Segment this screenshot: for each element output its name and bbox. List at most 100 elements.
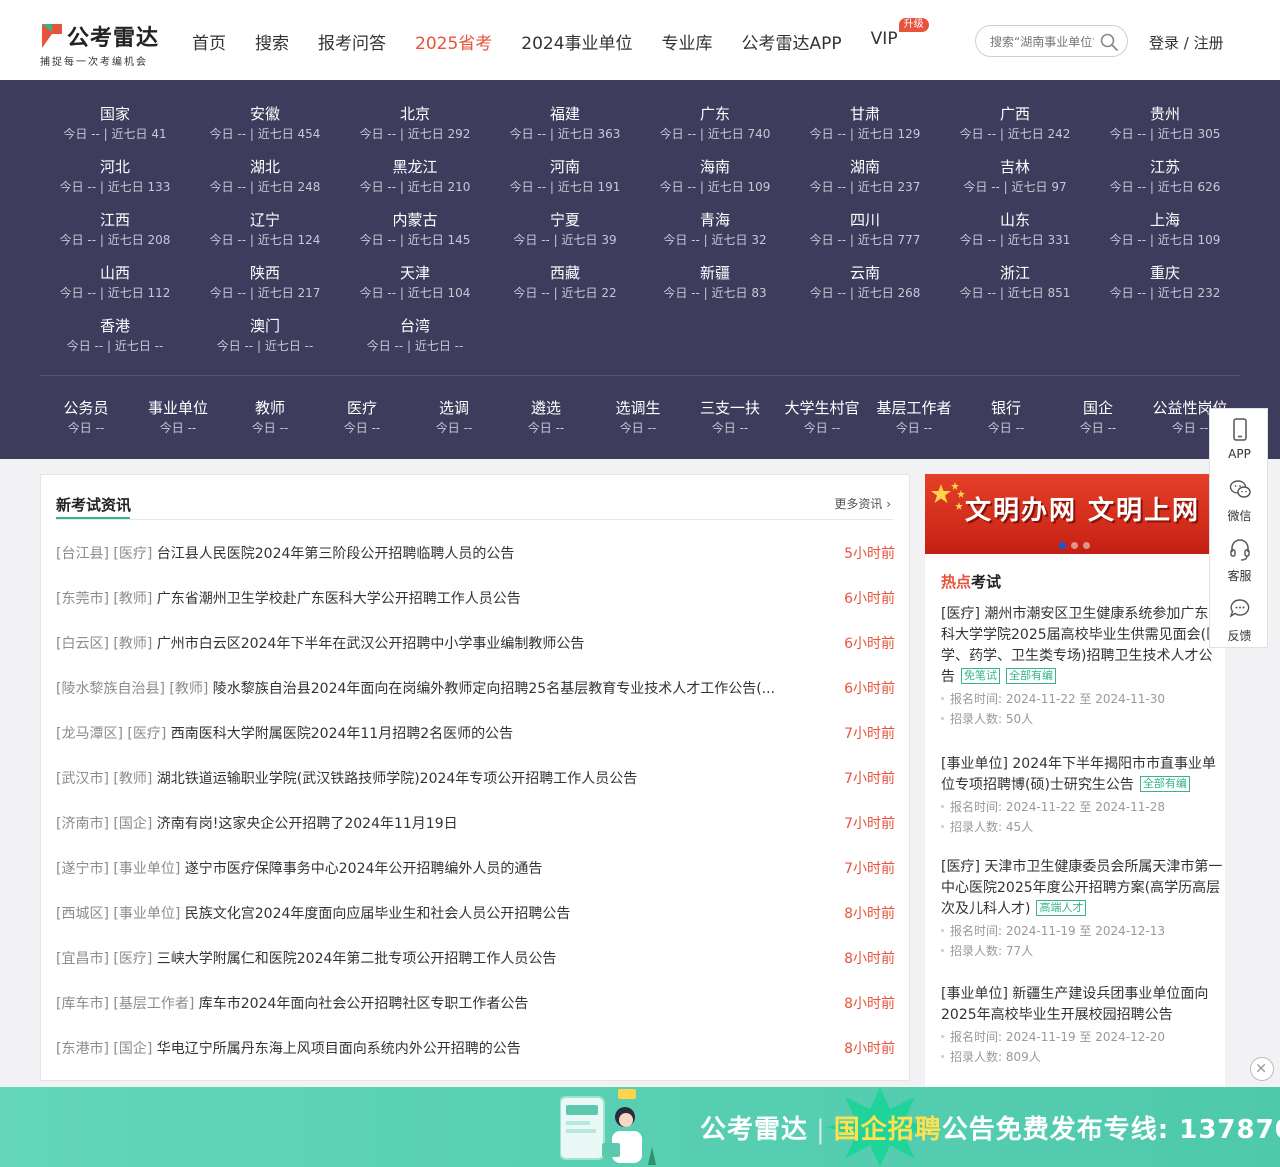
region-item[interactable]: 内蒙古 今日 -- | 近七日 145 [340, 210, 490, 263]
category-item[interactable]: 选调生 今日 -- [592, 398, 684, 438]
region-item[interactable]: 山西 今日 -- | 近七日 112 [40, 263, 190, 316]
region-item[interactable]: 重庆 今日 -- | 近七日 232 [1090, 263, 1240, 316]
promo-bar[interactable]: 公考雷达 | 国企招聘公告免费发布专线: 137870 [0, 1087, 1280, 1167]
news-headline[interactable]: 西南医科大学附属医院2024年11月招聘2名医师的公告 [171, 712, 513, 756]
banner-dot[interactable] [1083, 542, 1090, 549]
logo[interactable]: 公考雷达 捕捉每一次考编机会 [40, 18, 160, 68]
news-headline[interactable]: 湖北铁道运输职业学院(武汉铁路技师学院)2024年专项公开招聘工作人员公告 [157, 757, 638, 801]
search-input[interactable] [990, 32, 1094, 52]
news-item[interactable]: [台江县] [医疗] 台江县人民医院2024年第三阶段公开招聘临聘人员的公告 5小… [56, 532, 895, 576]
news-item[interactable]: [济南市] [国企] 济南有岗!这家央企公开招聘了2024年11月19日 7小时前 [56, 802, 895, 846]
news-item[interactable]: [宜昌市] [医疗] 三峡大学附属仁和医院2024年第二批专项公开招聘工作人员公… [56, 937, 895, 981]
region-item[interactable]: 辽宁 今日 -- | 近七日 124 [190, 210, 340, 263]
close-promo-button[interactable] [1250, 1057, 1274, 1081]
nav-item[interactable]: 报考问答 [318, 29, 386, 54]
news-headline[interactable]: 广州市白云区2024年下半年在武汉公开招聘中小学事业编制教师公告 [157, 622, 585, 666]
region-item[interactable]: 云南 今日 -- | 近七日 268 [790, 263, 940, 316]
tool-service[interactable]: 客服 [1210, 529, 1269, 589]
news-item[interactable]: [库车市] [基层工作者] 库车市2024年面向社会公开招聘社区专职工作者公告 8… [56, 982, 895, 1026]
region-item[interactable]: 甘肃 今日 -- | 近七日 129 [790, 104, 940, 157]
news-item[interactable]: [西城区] [事业单位] 民族文化宫2024年度面向应届毕业生和社会人员公开招聘… [56, 892, 895, 936]
news-item[interactable]: [白云区] [教师] 广州市白云区2024年下半年在武汉公开招聘中小学事业编制教… [56, 622, 895, 666]
banner-dot[interactable] [1059, 542, 1066, 549]
news-headline[interactable]: 三峡大学附属仁和医院2024年第二批专项公开招聘工作人员公告 [157, 937, 557, 981]
tool-wechat[interactable]: 微信 [1210, 469, 1269, 529]
region-item[interactable]: 吉林 今日 -- | 近七日 97 [940, 157, 1090, 210]
region-item[interactable]: 湖北 今日 -- | 近七日 248 [190, 157, 340, 210]
region-item[interactable]: 天津 今日 -- | 近七日 104 [340, 263, 490, 316]
news-item[interactable]: [遂宁市] [事业单位] 遂宁市医疗保障事务中心2024年公开招聘编外人员的通告… [56, 847, 895, 891]
region-item[interactable]: 宁夏 今日 -- | 近七日 39 [490, 210, 640, 263]
nav-item[interactable]: 专业库 [662, 29, 713, 54]
hot-exam-item[interactable]: [事业单位] 2024年下半年揭阳市市直事业单位专项招聘博(硕)士研究生公告 全部… [941, 754, 1225, 836]
nav-item[interactable]: 首页 [192, 29, 226, 54]
region-item[interactable]: 福建 今日 -- | 近七日 363 [490, 104, 640, 157]
region-item[interactable]: 浙江 今日 -- | 近七日 851 [940, 263, 1090, 316]
region-item[interactable]: 江西 今日 -- | 近七日 208 [40, 210, 190, 263]
region-item[interactable]: 西藏 今日 -- | 近七日 22 [490, 263, 640, 316]
news-item[interactable]: [东莞市] [教师] 广东省潮州卫生学校赴广东医科大学公开招聘工作人员公告 6小时… [56, 577, 895, 621]
region-item[interactable]: 山东 今日 -- | 近七日 331 [940, 210, 1090, 263]
news-more-link[interactable]: 更多资讯 › [834, 495, 891, 512]
banner-dot[interactable] [1071, 542, 1078, 549]
news-headline[interactable]: 济南有岗!这家央企公开招聘了2024年11月19日 [157, 802, 458, 846]
tool-app[interactable]: APP [1210, 409, 1269, 469]
category-item[interactable]: 国企 今日 -- [1052, 398, 1144, 438]
tool-feedback[interactable]: 反馈 [1210, 589, 1269, 649]
category-item[interactable]: 银行 今日 -- [960, 398, 1052, 438]
news-headline[interactable]: 民族文化宫2024年度面向应届毕业生和社会人员公开招聘公告 [185, 892, 571, 936]
region-item[interactable]: 北京 今日 -- | 近七日 292 [340, 104, 490, 157]
category-item[interactable]: 遴选 今日 -- [500, 398, 592, 438]
category-item[interactable]: 教师 今日 -- [224, 398, 316, 438]
region-item[interactable]: 台湾 今日 -- | 近七日 -- [340, 316, 490, 369]
nav-item[interactable]: 公考雷达APP [742, 29, 842, 54]
nav-item[interactable]: 2025省考 [415, 29, 492, 54]
category-item[interactable]: 医疗 今日 -- [316, 398, 408, 438]
category-item[interactable]: 事业单位 今日 -- [132, 398, 224, 438]
news-headline[interactable]: 遂宁市医疗保障事务中心2024年公开招聘编外人员的通告 [185, 847, 543, 891]
news-headline[interactable]: 广东省潮州卫生学校赴广东医科大学公开招聘工作人员公告 [157, 577, 521, 621]
region-item[interactable]: 青海 今日 -- | 近七日 32 [640, 210, 790, 263]
region-item[interactable]: 陕西 今日 -- | 近七日 217 [190, 263, 340, 316]
news-item[interactable]: [武汉市] [教师] 湖北铁道运输职业学院(武汉铁路技师学院)2024年专项公开… [56, 757, 895, 801]
news-item[interactable]: [东港市] [国企] 华电辽宁所属丹东海上风项目面向系统内外公开招聘的公告 8小时… [56, 1027, 895, 1071]
region-item[interactable]: 国家 今日 -- | 近七日 41 [40, 104, 190, 157]
region-item[interactable]: 广东 今日 -- | 近七日 740 [640, 104, 790, 157]
region-item[interactable]: 河北 今日 -- | 近七日 133 [40, 157, 190, 210]
region-item[interactable]: 四川 今日 -- | 近七日 777 [790, 210, 940, 263]
hot-exam-item[interactable]: [医疗] 潮州市潮安区卫生健康系统参加广东医科大学学院2025届高校毕业生供需见… [941, 604, 1225, 728]
news-headline[interactable]: 华电辽宁所属丹东海上风项目面向系统内外公开招聘的公告 [157, 1027, 521, 1071]
region-item[interactable]: 安徽 今日 -- | 近七日 454 [190, 104, 340, 157]
news-headline[interactable]: 库车市2024年面向社会公开招聘社区专职工作者公告 [199, 982, 529, 1026]
search-icon[interactable] [1099, 32, 1119, 52]
category-item[interactable]: 三支一扶 今日 -- [684, 398, 776, 438]
region-item[interactable]: 新疆 今日 -- | 近七日 83 [640, 263, 790, 316]
region-item[interactable]: 江苏 今日 -- | 近七日 626 [1090, 157, 1240, 210]
register-link[interactable]: 注册 [1194, 34, 1224, 52]
region-item[interactable]: 湖南 今日 -- | 近七日 237 [790, 157, 940, 210]
news-item[interactable]: [龙马潭区] [医疗] 西南医科大学附属医院2024年11月招聘2名医师的公告 7… [56, 712, 895, 756]
nav-item[interactable]: 搜索 [255, 29, 289, 54]
region-item[interactable]: 河南 今日 -- | 近七日 191 [490, 157, 640, 210]
region-item[interactable]: 上海 今日 -- | 近七日 109 [1090, 210, 1240, 263]
news-headline[interactable]: 陵水黎族自治县2024年面向在岗编外教师定向招聘25名基层教育专业技术人才工作公… [213, 667, 775, 711]
region-item[interactable]: 黑龙江 今日 -- | 近七日 210 [340, 157, 490, 210]
region-item[interactable]: 广西 今日 -- | 近七日 242 [940, 104, 1090, 157]
hot-exam-item[interactable]: [医疗] 天津市卫生健康委员会所属天津市第一中心医院2025年度公开招聘方案(高… [941, 857, 1225, 960]
news-headline[interactable]: 台江县人民医院2024年第三阶段公开招聘临聘人员的公告 [157, 532, 515, 576]
region-item[interactable]: 海南 今日 -- | 近七日 109 [640, 157, 790, 210]
region-item[interactable]: 澳门 今日 -- | 近七日 -- [190, 316, 340, 369]
category-item[interactable]: 大学生村官 今日 -- [776, 398, 868, 438]
nav-item[interactable]: 2024事业单位 [521, 29, 632, 54]
category-item[interactable]: 基层工作者 今日 -- [868, 398, 960, 438]
civility-banner[interactable]: 文明办网 文明上网 [925, 474, 1225, 554]
nav-item[interactable]: VIP 升级 [871, 18, 929, 53]
category-item[interactable]: 选调 今日 -- [408, 398, 500, 438]
hot-exam-title[interactable]: [事业单位] 新疆生产建设兵团事业单位面向2025年高校毕业生开展校园招聘公告 [941, 986, 1208, 1023]
region-item[interactable]: 香港 今日 -- | 近七日 -- [40, 316, 190, 369]
category-item[interactable]: 公务员 今日 -- [40, 398, 132, 438]
hot-exam-item[interactable]: [事业单位] 新疆生产建设兵团事业单位面向2025年高校毕业生开展校园招聘公告报… [941, 984, 1225, 1066]
region-item[interactable]: 贵州 今日 -- | 近七日 305 [1090, 104, 1240, 157]
news-item[interactable]: [陵水黎族自治县] [教师] 陵水黎族自治县2024年面向在岗编外教师定向招聘2… [56, 667, 895, 711]
login-link[interactable]: 登录 [1149, 34, 1179, 52]
